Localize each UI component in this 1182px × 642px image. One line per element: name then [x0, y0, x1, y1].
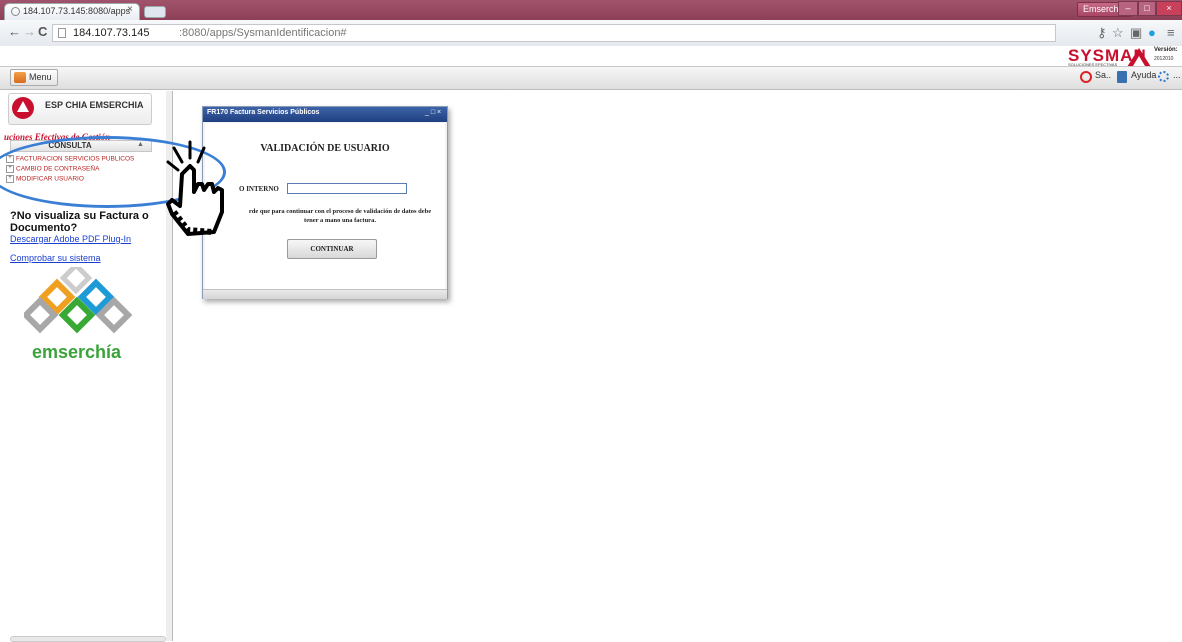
- window-controls: – □ ×: [1118, 1, 1182, 17]
- validation-note: rde que para continuar con el proceso de…: [248, 208, 432, 224]
- company-header: ESP CHIA EMSERCHIA: [8, 93, 152, 125]
- app-header: SYSMAN SOLUCIONES EFECTIVAS Versión: 201…: [0, 46, 1182, 67]
- url-path: :8080/apps/SysmanIdentificacion#: [179, 27, 347, 39]
- emserchia-wordmark: emserchía: [32, 342, 122, 362]
- reload-icon[interactable]: C: [38, 24, 47, 39]
- dialog-footer: [203, 289, 447, 299]
- menu-label: Menu: [29, 72, 52, 82]
- dialog-title-bar[interactable]: FR170 Factura Servicios Públicos _ □ ×: [203, 107, 447, 122]
- pdf-question: ?No visualiza su Factura o Documento?: [10, 210, 149, 234]
- pointing-hand-icon: [166, 140, 224, 236]
- power-icon[interactable]: [1080, 71, 1092, 83]
- extension-icon[interactable]: ▣: [1130, 25, 1142, 41]
- browser-tab[interactable]: 184.107.73.145:8080/apps ×: [4, 3, 140, 20]
- company-name: ESP CHIA EMSERCHIA: [45, 100, 144, 110]
- new-tab-button[interactable]: [144, 6, 166, 18]
- browser-menu-icon[interactable]: ≡: [1167, 25, 1175, 40]
- version-label: Versión:: [1154, 47, 1178, 53]
- tab-title: 184.107.73.145:8080/apps: [23, 6, 131, 16]
- company-logo-inner: [17, 101, 29, 112]
- menu-button[interactable]: Menu: [10, 69, 58, 86]
- close-window-button[interactable]: ×: [1156, 1, 1182, 16]
- exit-label[interactable]: Sa..: [1095, 70, 1111, 80]
- help-icon[interactable]: [1117, 71, 1127, 83]
- key-icon[interactable]: ⚷: [1097, 25, 1107, 41]
- minimize-button[interactable]: –: [1118, 1, 1138, 16]
- gear-icon[interactable]: [1158, 71, 1169, 82]
- more-label[interactable]: ...: [1173, 70, 1181, 80]
- version-number: 2012010: [1154, 56, 1174, 62]
- download-pdf-plugin-link[interactable]: Descargar Adobe PDF Plug-In: [10, 234, 131, 244]
- url-field[interactable]: 184.107.73.145 :8080/apps/SysmanIdentifi…: [52, 24, 1056, 42]
- help-label[interactable]: Ayuda: [1131, 70, 1156, 80]
- app-toolbar: Menu Sa.. Ayuda ...: [0, 66, 1182, 90]
- url-host: 184.107.73.145: [73, 27, 150, 39]
- page-icon: [58, 28, 66, 38]
- sidebar-horizontal-scrollbar[interactable]: [10, 636, 166, 642]
- bookmark-star-icon[interactable]: ☆: [1112, 25, 1124, 41]
- dialog-window-controls[interactable]: _ □ ×: [425, 109, 441, 116]
- tab-close-icon[interactable]: ×: [127, 4, 133, 15]
- check-system-link[interactable]: Comprobar su sistema: [10, 253, 101, 263]
- browser-title-bar: 184.107.73.145:8080/apps × Emserchia – □…: [0, 0, 1182, 20]
- internal-code-input[interactable]: [287, 183, 407, 194]
- emserchia-logo-icon: [24, 267, 133, 334]
- menu-icon: [14, 72, 26, 83]
- maximize-button[interactable]: □: [1138, 1, 1156, 16]
- continue-button[interactable]: CONTINUAR: [287, 239, 377, 259]
- loading-icon: [11, 7, 20, 16]
- skype-icon[interactable]: ●: [1148, 25, 1156, 40]
- back-arrow-icon[interactable]: ←: [8, 24, 21, 39]
- sysman-triangle-inner: [1133, 56, 1145, 66]
- dialog-title: FR170 Factura Servicios Públicos: [207, 109, 320, 116]
- forward-arrow-icon[interactable]: →: [23, 24, 36, 39]
- address-bar-row: ← → C 184.107.73.145 :8080/apps/SysmanId…: [0, 20, 1182, 47]
